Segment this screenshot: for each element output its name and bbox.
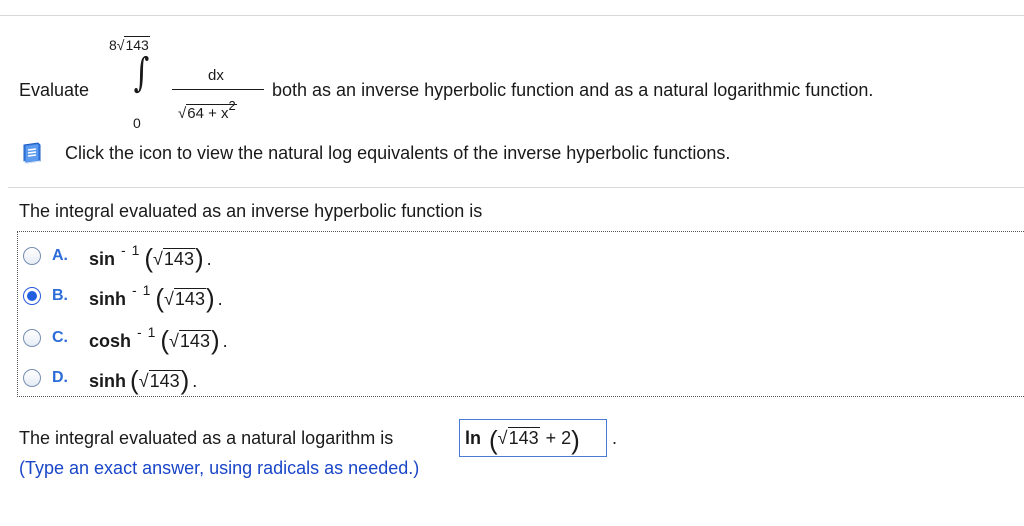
open-paren: (: [144, 242, 154, 273]
inverse-exponent: - 1: [121, 241, 141, 258]
open-paren: (: [489, 425, 498, 455]
evaluate-label: Evaluate: [19, 80, 90, 100]
close-paren: ): [571, 425, 580, 455]
close-paren: ): [205, 282, 215, 313]
section-divider: [8, 187, 1024, 188]
answer-instruction: (Type an exact answer, using radicals as…: [19, 458, 420, 478]
choices-group: A. sin - 1 ( √ 143 ) . B. sinh - 1 ( √ 1…: [17, 231, 1024, 397]
inverse-exponent: - 1: [132, 281, 152, 298]
sqrt-symbol: √: [169, 330, 179, 351]
part1-prompt: The integral evaluated as an inverse hyp…: [19, 201, 483, 221]
sqrt-symbol: √: [164, 288, 174, 309]
choice-letter: C.: [52, 329, 68, 346]
top-divider: [0, 15, 1024, 16]
fraction-numerator: dx: [208, 67, 224, 84]
book-icon[interactable]: [20, 141, 44, 165]
sqrt-symbol: √: [497, 427, 508, 448]
close-paren: ): [180, 364, 190, 395]
fraction-denominator: √64 + x2: [178, 98, 237, 122]
part2-prompt: The integral evaluated as a natural loga…: [19, 428, 394, 448]
radicand: 143: [178, 329, 211, 351]
open-paren: (: [160, 324, 170, 355]
radio-d[interactable]: [23, 369, 41, 387]
close-paren: ): [210, 324, 220, 355]
sqrt-symbol: √: [153, 248, 163, 269]
question-text: both as an inverse hyperbolic function a…: [272, 80, 874, 100]
denominator-exponent: 2: [228, 98, 236, 113]
choice-expression: cosh - 1 ( √ 143 ) .: [89, 323, 228, 355]
hint-text: Click the icon to view the natural log e…: [65, 143, 731, 163]
upper-limit-coef: 8: [109, 37, 117, 53]
period: .: [217, 288, 223, 309]
function-name: sinh: [89, 370, 127, 391]
choice-expression: sinh ( √ 143 ) .: [89, 364, 198, 395]
inverse-exponent: - 1: [137, 323, 157, 340]
period: .: [222, 330, 228, 351]
radicand: 143: [162, 247, 195, 269]
answer-period: .: [612, 428, 618, 448]
radio-a[interactable]: [23, 247, 41, 265]
choice-letter: A.: [52, 247, 68, 264]
choice-letter: D.: [52, 369, 68, 386]
radio-b[interactable]: [23, 287, 41, 305]
period: .: [192, 370, 198, 391]
answer-tail: + 2: [545, 427, 572, 448]
open-paren: (: [130, 364, 139, 395]
close-paren: ): [194, 242, 204, 273]
period: .: [206, 248, 212, 269]
open-paren: (: [155, 282, 165, 313]
answer-radicand: 143: [507, 427, 540, 448]
function-name: sinh: [89, 288, 127, 309]
function-name: cosh: [89, 330, 132, 351]
choice-letter: B.: [52, 287, 68, 304]
radio-c[interactable]: [23, 329, 41, 347]
lower-limit: 0: [133, 115, 141, 131]
function-name: sin: [89, 248, 116, 269]
answer-field[interactable]: ln ( √ 143 + 2 ): [459, 419, 607, 457]
radicand: 143: [148, 369, 181, 391]
integral-sign: ∫: [133, 50, 150, 96]
choice-expression: sin - 1 ( √ 143 ) .: [89, 241, 212, 273]
radicand: 143: [173, 287, 206, 309]
fraction-bar: [172, 89, 264, 90]
choice-expression: sinh - 1 ( √ 143 ) .: [89, 281, 223, 313]
answer-function: ln: [465, 427, 481, 448]
denominator-radicand: 64 + x2: [186, 98, 237, 122]
sqrt-symbol: √: [138, 370, 149, 391]
sqrt-symbol: √: [178, 105, 187, 122]
